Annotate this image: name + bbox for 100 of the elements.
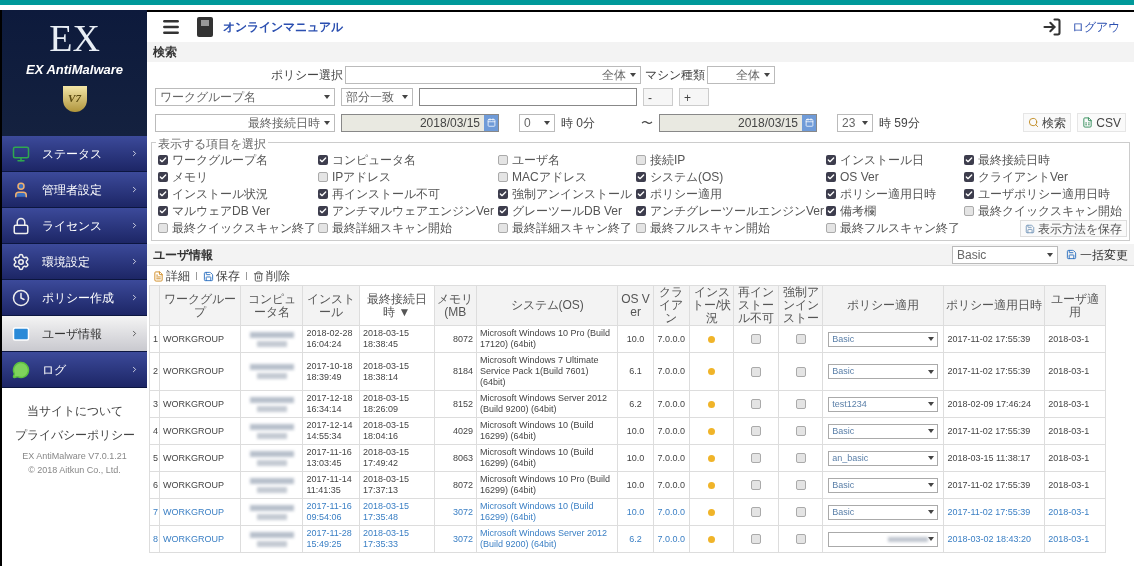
checkbox[interactable] xyxy=(318,154,328,165)
match-select[interactable]: 部分一致 xyxy=(341,88,413,106)
column-header[interactable]: インストー/状況 xyxy=(689,285,734,326)
policy-select[interactable]: Basic xyxy=(828,331,939,347)
toolbar-button[interactable]: 詳細 xyxy=(153,267,190,285)
checkbox[interactable] xyxy=(751,507,762,517)
policy-select[interactable]: test1234 xyxy=(828,396,939,412)
checkbox[interactable] xyxy=(964,171,974,182)
to-hour-select[interactable]: 23 xyxy=(837,113,873,132)
column-header[interactable]: クライアン xyxy=(653,285,690,326)
column-header[interactable]: 強制アンインストー xyxy=(778,285,823,326)
checkbox[interactable] xyxy=(795,480,806,490)
policy-select[interactable]: Basic xyxy=(828,477,939,493)
column-header[interactable]: ポリシー適用 xyxy=(822,285,944,326)
bulk-change-button[interactable]: 一括変更 xyxy=(1066,245,1128,264)
bulk-policy-select[interactable]: Basic xyxy=(952,245,1058,264)
checkbox[interactable] xyxy=(636,171,646,182)
logout-link[interactable]: ログアウ xyxy=(1072,18,1120,36)
column-header[interactable]: OS Ver xyxy=(617,285,654,326)
minus-button[interactable]: - xyxy=(643,88,673,106)
sidebar-item[interactable]: ステータス xyxy=(2,136,147,172)
checkbox[interactable] xyxy=(826,222,836,233)
toolbar-button[interactable]: 削除 xyxy=(253,267,290,285)
column-header[interactable]: ワークグループ xyxy=(159,285,241,326)
policy-select[interactable]: an_basic xyxy=(828,450,939,466)
checkbox[interactable] xyxy=(795,453,806,463)
column-header[interactable]: システム(OS) xyxy=(476,285,618,326)
checkbox[interactable] xyxy=(158,205,168,216)
checkbox[interactable] xyxy=(158,171,168,182)
checkbox[interactable] xyxy=(795,366,806,377)
checkbox[interactable] xyxy=(751,480,762,490)
checkbox[interactable] xyxy=(795,507,806,517)
checkbox[interactable] xyxy=(751,453,762,463)
logout-icon[interactable] xyxy=(1042,17,1062,37)
policy-select[interactable]: 全体 xyxy=(345,66,641,84)
keyword-field[interactable] xyxy=(419,88,637,106)
checkbox[interactable] xyxy=(318,188,328,199)
checkbox[interactable] xyxy=(636,222,646,233)
column-header[interactable]: ポリシー適用日時 xyxy=(943,285,1045,326)
field-select[interactable]: ワークグループ名 xyxy=(155,88,335,106)
from-hour-select[interactable]: 0 xyxy=(519,113,555,132)
checkbox[interactable] xyxy=(498,222,508,233)
checkbox[interactable] xyxy=(636,188,646,199)
sidebar-item[interactable]: ライセンス xyxy=(2,208,147,244)
calendar-button[interactable] xyxy=(802,114,816,131)
from-date-field[interactable]: 2018/03/15 xyxy=(341,113,499,132)
search-button[interactable]: 検索 xyxy=(1023,113,1072,132)
plus-button[interactable]: + xyxy=(679,88,709,106)
sidebar-item[interactable]: ユーザ情報 xyxy=(2,316,147,352)
checkbox[interactable] xyxy=(636,205,646,216)
checkbox[interactable] xyxy=(795,534,806,544)
checkbox[interactable] xyxy=(498,205,508,216)
checkbox[interactable] xyxy=(751,426,762,436)
date-type-select[interactable]: 最終接続日時 xyxy=(155,113,335,132)
checkbox[interactable] xyxy=(795,334,806,344)
checkbox[interactable] xyxy=(964,205,974,216)
column-header[interactable]: インストール xyxy=(302,285,360,326)
checkbox[interactable] xyxy=(751,366,762,377)
checkbox[interactable] xyxy=(318,171,328,182)
checkbox[interactable] xyxy=(964,154,974,165)
footer-link[interactable]: プライバシーポリシー xyxy=(14,426,135,444)
checkbox[interactable] xyxy=(498,188,508,199)
policy-select[interactable] xyxy=(828,531,939,547)
checkbox[interactable] xyxy=(964,188,974,199)
checkbox[interactable] xyxy=(158,188,168,199)
checkbox[interactable] xyxy=(826,154,836,165)
policy-select[interactable]: Basic xyxy=(828,364,939,379)
checkbox[interactable] xyxy=(826,171,836,182)
toolbar-button[interactable]: 保存 xyxy=(203,267,240,285)
checkbox[interactable] xyxy=(636,154,646,165)
save-view-button[interactable]: 表示方法を保存 xyxy=(1020,220,1127,237)
sidebar-item[interactable]: 環境設定 xyxy=(2,244,147,280)
sidebar-item[interactable]: ポリシー作成 xyxy=(2,280,147,316)
to-date-field[interactable]: 2018/03/15 xyxy=(659,113,817,132)
column-header[interactable]: コンピュータ名 xyxy=(240,285,303,326)
checkbox[interactable] xyxy=(795,399,806,409)
column-header[interactable]: 再インストール不可 xyxy=(733,285,779,326)
checkbox[interactable] xyxy=(318,222,328,233)
checkbox[interactable] xyxy=(751,399,762,409)
checkbox[interactable] xyxy=(826,205,836,216)
csv-button[interactable]: CSV xyxy=(1077,113,1126,132)
checkbox[interactable] xyxy=(158,222,168,233)
machine-type-select[interactable]: 全体 xyxy=(707,66,775,84)
checkbox[interactable] xyxy=(498,171,508,182)
checkbox[interactable] xyxy=(795,426,806,436)
footer-link[interactable]: 当サイトについて xyxy=(26,402,123,420)
menu-icon[interactable] xyxy=(161,17,181,37)
checkbox[interactable] xyxy=(318,205,328,216)
checkbox[interactable] xyxy=(498,154,508,165)
calendar-button[interactable] xyxy=(484,114,498,131)
policy-select[interactable]: Basic xyxy=(828,423,939,439)
checkbox[interactable] xyxy=(826,188,836,199)
checkbox[interactable] xyxy=(751,534,762,544)
column-header[interactable]: ユーザ適用 xyxy=(1044,285,1106,326)
policy-select[interactable]: Basic xyxy=(828,504,939,520)
manual-link[interactable]: オンラインマニュアル xyxy=(223,18,343,36)
sidebar-item[interactable]: 管理者設定 xyxy=(2,172,147,208)
checkbox[interactable] xyxy=(158,154,168,165)
column-header[interactable]: 最終接続日時 ▼ xyxy=(359,285,435,326)
column-header[interactable]: メモリ(MB xyxy=(434,285,477,326)
